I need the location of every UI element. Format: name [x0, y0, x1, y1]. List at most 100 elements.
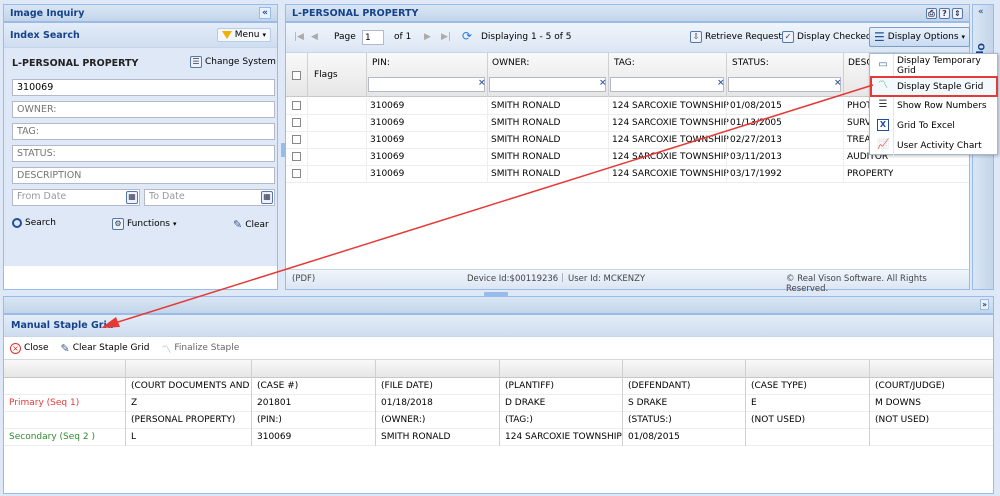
functions-button[interactable]: ⚙ Functions ▾	[112, 218, 177, 230]
table-row[interactable]: 310069 SMITH RONALD 124 SARCOXIE TOWNSHI…	[286, 166, 969, 183]
tag-filter-input[interactable]	[610, 77, 724, 92]
collapse-left-button[interactable]: «	[259, 7, 271, 19]
grid-body: 310069 SMITH RONALD 124 SARCOXIE TOWNSHI…	[286, 98, 969, 264]
column-header-tag[interactable]: TAG:	[614, 58, 635, 68]
last-page-button[interactable]: ▶|	[441, 32, 451, 42]
status-input[interactable]	[12, 145, 275, 162]
grid-footer: (PDF) Device Id:$00119236 | User Id: MCK…	[286, 269, 969, 294]
close-circle-icon: ×	[10, 342, 21, 354]
staple-cell: SMITH RONALD	[381, 432, 451, 442]
expand-down-icon[interactable]: »	[980, 299, 989, 310]
refresh-icon[interactable]: ⟳	[462, 29, 472, 43]
staple-cell: (NOT USED)	[751, 415, 806, 425]
staple-cell: D DRAKE	[505, 398, 546, 408]
row-checkbox[interactable]	[292, 135, 301, 144]
row-checkbox[interactable]	[292, 169, 301, 178]
staple-panel: Manual Staple Grid × Close ✎ Clear Stapl…	[3, 314, 994, 494]
column-header-owner[interactable]: OWNER:	[492, 58, 529, 68]
row-checkbox[interactable]	[292, 101, 301, 110]
staple-cell: 310069	[257, 432, 292, 442]
collapse-options-icon[interactable]: «	[978, 7, 984, 17]
staple-cell: 124 SARCOXIE TOWNSHIP	[505, 432, 622, 442]
page-input[interactable]	[362, 30, 384, 45]
description-input[interactable]	[12, 167, 275, 184]
clear-filter-icon[interactable]: ×	[478, 78, 486, 88]
finalize-staple-button[interactable]: 〽 Finalize Staple	[161, 341, 239, 356]
cell-owner: SMITH RONALD	[491, 152, 561, 162]
numbered-list-icon: ☰	[878, 99, 888, 110]
next-page-button[interactable]: ▶	[424, 32, 431, 42]
menu-item-label: Show Row Numbers	[897, 100, 987, 111]
expand-icon[interactable]: ⇕	[952, 7, 963, 19]
primary-seq-label: Primary (Seq 1)	[9, 398, 80, 408]
prev-page-button[interactable]: ◀	[311, 32, 318, 42]
page-label: Page	[334, 32, 356, 42]
pin-filter-input[interactable]	[368, 77, 485, 92]
search-icon	[12, 218, 22, 228]
column-header-flags[interactable]: Flags	[314, 70, 338, 80]
close-label: Close	[24, 343, 49, 353]
menu-button[interactable]: Menu ▾	[216, 28, 271, 42]
display-options-button[interactable]: ☰ Display Options ▾	[869, 27, 971, 47]
from-date-field[interactable]: From Date ▦	[12, 189, 140, 206]
menu-item-show-row-numbers[interactable]: ☰ Show Row Numbers	[870, 95, 998, 116]
column-header-pin[interactable]: PIN:	[372, 58, 390, 68]
staple-cell: (NOT USED)	[875, 415, 930, 425]
clear-filter-icon[interactable]: ×	[599, 78, 607, 88]
owner-input[interactable]	[12, 101, 275, 118]
staple-close-button[interactable]: × Close	[10, 342, 49, 354]
table-row[interactable]: 310069 SMITH RONALD 124 SARCOXIE TOWNSHI…	[286, 98, 969, 115]
search-form: L-PERSONAL PROPERTY ☰ Change System From…	[4, 48, 277, 266]
print-icon[interactable]: ⎙	[926, 7, 937, 19]
change-system-button[interactable]: ☰ Change System	[190, 56, 276, 68]
cell-owner: SMITH RONALD	[491, 101, 561, 111]
staple-cell: (COURT DOCUMENTS AND...	[131, 381, 250, 391]
first-page-button[interactable]: |◀	[294, 32, 304, 42]
staple-panel-title: Manual Staple Grid	[11, 320, 114, 331]
menu-item-label: Display Staple Grid	[897, 81, 984, 92]
chevron-down-icon: ▾	[262, 31, 266, 39]
list-icon: ☰	[190, 56, 202, 68]
pin-input[interactable]	[12, 79, 275, 96]
to-date-field[interactable]: To Date ▦	[144, 189, 275, 206]
menu-item-display-temporary-grid[interactable]: ▭ Display Temporary Grid	[870, 55, 998, 76]
retrieve-icon: ⇩	[690, 31, 702, 43]
left-panel-header: Image Inquiry «	[3, 4, 278, 22]
tag-input[interactable]	[12, 123, 275, 140]
clear-filter-icon[interactable]: ×	[717, 78, 725, 88]
owner-filter-input[interactable]	[489, 77, 606, 92]
menu-item-user-activity-chart[interactable]: 📈 User Activity Chart	[870, 135, 998, 156]
cell-pin: 310069	[370, 169, 405, 179]
row-checkbox[interactable]	[292, 118, 301, 127]
chart-line-icon: 〽	[161, 344, 172, 356]
staple-cell: 01/08/2015	[628, 432, 680, 442]
staple-panel-header: Manual Staple Grid	[4, 315, 993, 337]
excel-icon: X	[877, 119, 889, 131]
retrieve-request-button[interactable]: ⇩ Retrieve Request	[690, 31, 782, 43]
calendar-icon[interactable]: ▦	[261, 191, 273, 204]
search-button[interactable]: Search	[12, 218, 56, 228]
staple-cell	[870, 429, 875, 446]
cell-status: 03/17/1992	[730, 169, 782, 179]
footer-separator: |	[561, 273, 564, 283]
chart-line-icon: 〽	[878, 80, 888, 91]
clear-filter-icon[interactable]: ×	[834, 78, 842, 88]
clear-staple-grid-button[interactable]: ✎ Clear Staple Grid	[61, 342, 150, 355]
column-header-status[interactable]: STATUS:	[732, 58, 769, 68]
clear-label: Clear	[245, 219, 269, 230]
cell-tag: 124 SARCOXIE TOWNSHIP	[612, 101, 729, 111]
menu-item-grid-to-excel[interactable]: X Grid To Excel	[870, 115, 998, 136]
status-filter-input[interactable]	[728, 77, 841, 92]
staple-cell: Z	[131, 398, 138, 408]
menu-item-display-staple-grid[interactable]: 〽 Display Staple Grid	[870, 76, 998, 97]
calendar-icon[interactable]: ▦	[126, 191, 138, 204]
table-row[interactable]: 310069 SMITH RONALD 124 SARCOXIE TOWNSHI…	[286, 115, 969, 132]
table-row[interactable]: 310069 SMITH RONALD 124 SARCOXIE TOWNSHI…	[286, 149, 969, 166]
select-all-checkbox[interactable]	[292, 71, 301, 80]
table-row[interactable]: 310069 SMITH RONALD 124 SARCOXIE TOWNSHI…	[286, 132, 969, 149]
row-checkbox[interactable]	[292, 152, 301, 161]
help-icon[interactable]: ?	[939, 7, 950, 19]
clear-button[interactable]: ✎ Clear	[233, 218, 269, 231]
display-checked-button[interactable]: ✓ Display Checked	[782, 31, 872, 43]
staple-toolbar: × Close ✎ Clear Staple Grid 〽 Finalize S…	[4, 337, 993, 359]
